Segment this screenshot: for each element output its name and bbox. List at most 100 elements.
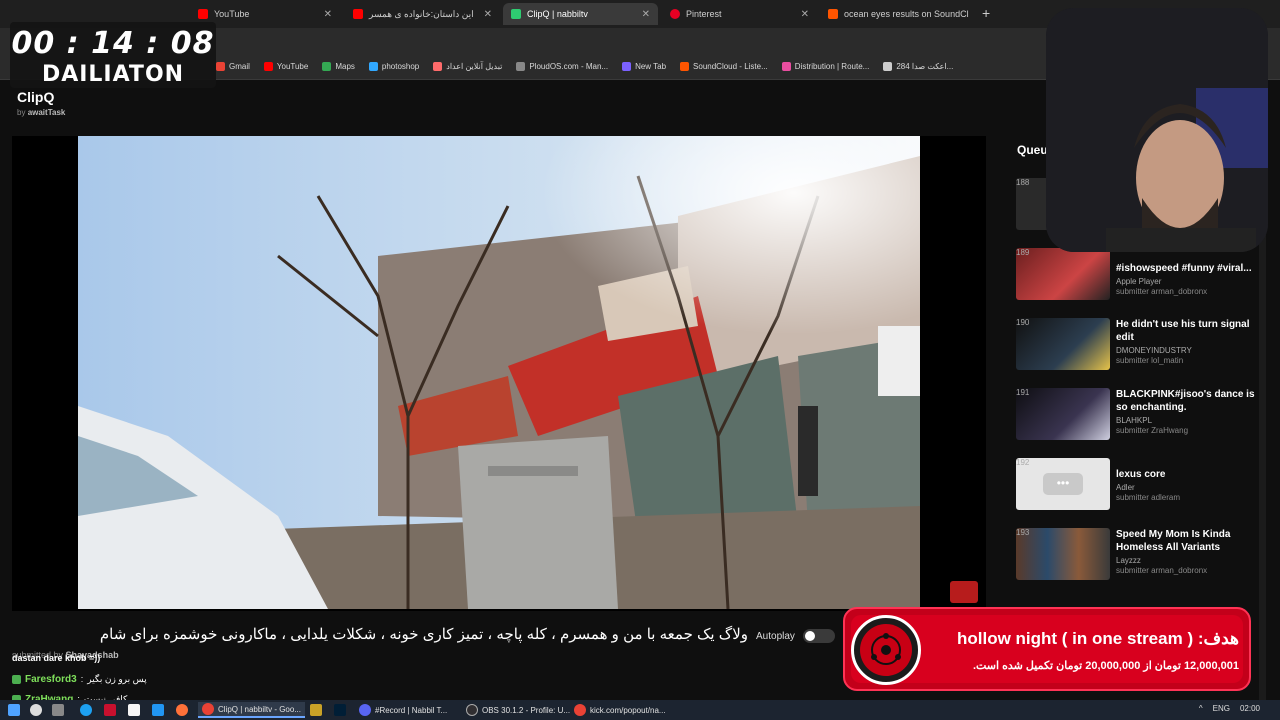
bookmark-soundcloud[interactable]: SoundCloud - Liste... xyxy=(680,62,768,71)
tab-label: Pinterest xyxy=(686,9,722,19)
autoplay-toggle[interactable] xyxy=(802,629,835,643)
queue-item[interactable]: 190 He didn't use his turn signal edit D… xyxy=(1016,318,1256,378)
soundcloud-icon xyxy=(680,62,690,71)
street-scene-image xyxy=(78,136,920,609)
chrome-icon xyxy=(202,703,214,715)
taskbar-app-obs[interactable]: OBS 30.1.2 - Profile: U... xyxy=(462,702,574,718)
bookmark-gmail[interactable]: Gmail xyxy=(216,62,250,71)
bookmark-photoshop[interactable]: photoshop xyxy=(368,62,419,71)
taskbar-app-chrome[interactable]: ClipQ | nabbiltv - Goo... xyxy=(198,702,305,718)
video-frame[interactable] xyxy=(78,136,920,609)
placeholder-icon: ••• xyxy=(1043,473,1083,495)
queue-item-channel: Apple Player xyxy=(1116,277,1162,286)
queue-number: 188 xyxy=(1016,178,1030,187)
bookmark-distribution[interactable]: Distribution | Route... xyxy=(781,62,869,71)
taskbar-app-discord[interactable]: #Record | Nabbil T... xyxy=(355,702,451,718)
video-player[interactable] xyxy=(12,136,986,611)
tab-pinterest[interactable]: Pinterest ✕ xyxy=(662,3,817,25)
queue-item[interactable]: 191 BLACKPINK#jisoo's dance is so enchan… xyxy=(1016,388,1256,448)
edge-icon[interactable] xyxy=(80,704,92,716)
bookmark-number-converter[interactable]: تبدیل آنلاین اعداد xyxy=(433,62,502,71)
queue-item-title: #ishowspeed #funny #viral... xyxy=(1116,263,1252,274)
goal-title: هدف: ( hollow night ( in one stream xyxy=(956,629,1239,648)
youtube-icon xyxy=(198,9,208,19)
queue-item-submitter: submitter adleram xyxy=(1116,493,1181,502)
queue-thumbnail[interactable] xyxy=(1016,388,1110,440)
globe-icon xyxy=(516,62,526,71)
bookmark-new-tab[interactable]: New Tab xyxy=(622,62,666,71)
photoshop-icon xyxy=(368,62,378,71)
stream-timer: 00 : 14 : 08 DAILIATON xyxy=(10,22,216,88)
queue-item-channel: DMONEYINDUSTRY xyxy=(1116,346,1192,355)
maps-icon xyxy=(322,62,332,71)
close-icon[interactable]: ✕ xyxy=(801,9,809,20)
soundcloud-icon xyxy=(828,9,838,19)
clipq-icon xyxy=(511,9,521,19)
queue-thumbnail[interactable] xyxy=(1016,528,1110,580)
new-tab-icon[interactable]: + xyxy=(982,5,990,21)
queue-thumbnail[interactable]: ••• xyxy=(1016,458,1110,510)
queue-thumbnail[interactable] xyxy=(1016,318,1110,370)
tab-clipq[interactable]: ClipQ | nabbiltv ✕ xyxy=(503,3,658,25)
discord-icon xyxy=(359,704,371,716)
task-view-icon[interactable] xyxy=(52,704,64,716)
queue-item-submitter: submitter arman_dobronx xyxy=(1116,566,1208,575)
tab-label: این داستان:خانواده ی همسر xyxy=(369,8,474,19)
queue-item[interactable]: 193 Speed My Mom Is Kinda Homeless All V… xyxy=(1016,528,1256,588)
youtube-icon xyxy=(353,9,363,19)
app-title: ClipQ xyxy=(17,89,55,105)
firefox-icon[interactable] xyxy=(176,704,188,716)
windows-start-icon[interactable] xyxy=(8,704,20,716)
close-icon[interactable]: ✕ xyxy=(484,9,492,20)
bookmark-ploudos[interactable]: PloudOS.com - Man... xyxy=(516,62,608,71)
chevron-up-icon[interactable]: ^ xyxy=(1199,704,1203,713)
autoplay-control: Autoplay xyxy=(756,629,835,643)
youtube-subscribe-icon[interactable] xyxy=(950,581,978,603)
bookmark-youtube[interactable]: YouTube xyxy=(263,62,308,71)
bookmark-other[interactable]: 284 اعکت صدا... xyxy=(883,62,953,71)
queue-number: 190 xyxy=(1016,318,1030,327)
queue-item-title: lexus core xyxy=(1116,469,1166,480)
tab-video[interactable]: این داستان:خانواده ی همسر ✕ xyxy=(345,3,500,25)
bookmark-maps[interactable]: Maps xyxy=(322,62,355,71)
queue-item-channel: Adler xyxy=(1116,483,1135,492)
taskbar: ClipQ | nabbiltv - Goo... #Record | Nabb… xyxy=(0,700,1280,720)
bookmark-icon xyxy=(781,62,791,71)
clock[interactable]: 02:00 xyxy=(1240,704,1260,713)
pinterest-icon xyxy=(670,9,680,19)
obs-icon xyxy=(466,704,478,716)
chat-username: Faresford3 xyxy=(25,673,77,685)
search-icon[interactable] xyxy=(30,704,42,716)
tab-soundcloud[interactable]: ocean eyes results on SoundCl ✕ xyxy=(820,3,975,25)
gmail-icon xyxy=(216,62,225,71)
close-icon[interactable]: ✕ xyxy=(642,9,650,20)
language-indicator[interactable]: ENG xyxy=(1213,704,1230,713)
queue-thumbnail[interactable] xyxy=(1016,248,1110,300)
telegram-icon[interactable] xyxy=(152,704,164,716)
queue-item-channel: Layzzz xyxy=(1116,556,1141,565)
app-author: by awaitTask xyxy=(17,108,66,117)
video-title: ولاگ یک جمعه با من و همسرم ، کله پاچه ، … xyxy=(99,626,748,643)
photoshop-icon[interactable] xyxy=(334,704,346,716)
webcam-overlay xyxy=(1046,8,1268,252)
queue-item[interactable]: 189 #ishowspeed #funny #viral... Apple P… xyxy=(1016,248,1256,308)
chat-badge-icon xyxy=(12,674,21,684)
queue-item-title: He didn't use his turn signal edit xyxy=(1116,319,1250,343)
system-tray: ^ ENG 02:00 xyxy=(1199,704,1260,713)
screen: YouTube ✕ این داستان:خانواده ی همسر ✕ Cl… xyxy=(0,0,1280,720)
chat-text: پس برو زن بگیر xyxy=(87,673,147,684)
queue-item[interactable]: ••• 192 lexus core Adler submitter adler… xyxy=(1016,458,1256,518)
queue-item-title: BLACKPINK#jisoo's dance is so enchanting… xyxy=(1116,389,1255,413)
queue-number: 191 xyxy=(1016,388,1030,397)
timer-label: DAILIATON xyxy=(41,62,185,87)
queue-item-channel: BLAHKPL xyxy=(1116,416,1153,425)
close-icon[interactable]: ✕ xyxy=(324,9,332,20)
bookmark-icon xyxy=(622,62,632,71)
app-icon[interactable] xyxy=(104,704,116,716)
tab-label: ClipQ | nabbiltv xyxy=(527,9,588,19)
app-icon[interactable] xyxy=(310,704,322,716)
queue-item-submitter: submitter lol_matin xyxy=(1116,356,1184,365)
calculator-icon[interactable] xyxy=(128,704,140,716)
taskbar-app-kick[interactable]: kick.com/popout/na... xyxy=(570,702,670,718)
timer-value: 00 : 14 : 08 xyxy=(11,26,215,61)
